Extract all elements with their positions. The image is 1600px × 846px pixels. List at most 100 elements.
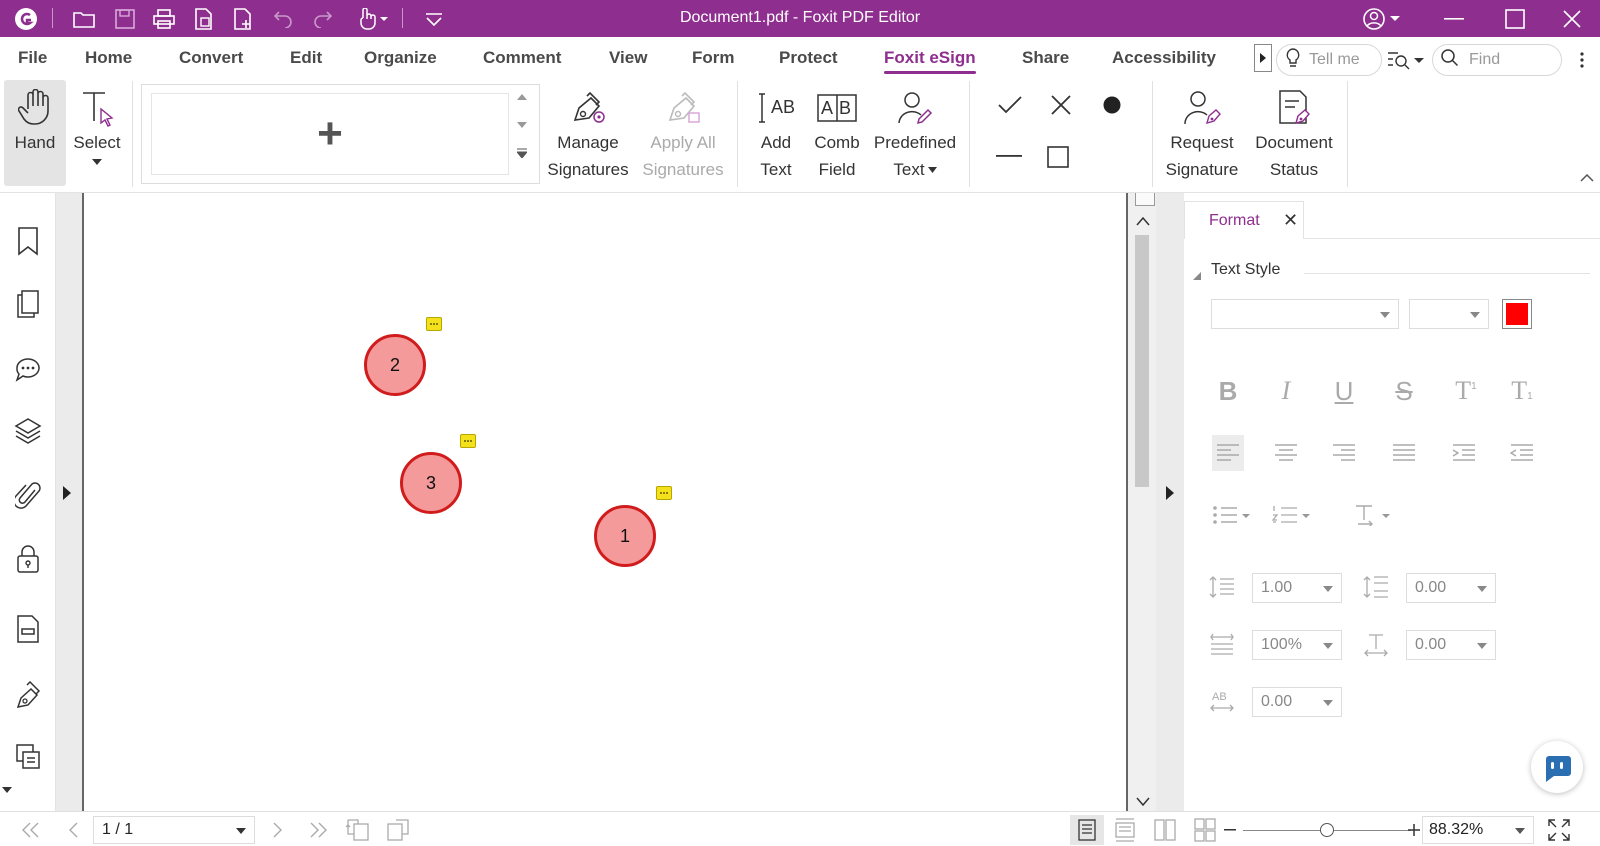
attachment-paperclip-icon[interactable] [10,477,46,513]
last-page-icon[interactable] [305,818,331,842]
scroll-up-chevron-icon[interactable] [1136,213,1150,229]
undo-icon[interactable] [269,5,297,33]
find-input[interactable]: Find [1432,44,1562,76]
baseline-offset-select[interactable]: 0.00 [1406,630,1496,660]
collapse-ribbon-chevron-up-icon[interactable] [1578,169,1596,187]
close-format-panel-icon[interactable]: ✕ [1283,210,1298,231]
hand-tool-button[interactable]: Hand [4,80,66,186]
text-color-picker[interactable] [1502,299,1532,329]
create-from-file-icon[interactable] [190,5,218,33]
subscript-button[interactable]: T 1 [1506,373,1538,409]
layers-icon[interactable] [10,413,46,449]
text-direction-icon[interactable] [1352,497,1396,533]
bookmark-icon[interactable] [10,223,46,259]
menu-edit[interactable]: Edit [290,48,322,68]
minimize-icon[interactable] [1431,0,1477,37]
menu-accessibility[interactable]: Accessibility [1112,48,1216,68]
redo-icon[interactable] [309,5,337,33]
decrease-indent-icon[interactable] [1506,435,1538,471]
dot-mark-icon[interactable] [1094,87,1130,123]
menu-form[interactable]: Form [692,48,735,68]
comment-note-icon[interactable] [656,486,672,500]
numbered-list-icon[interactable] [1270,497,1314,533]
italic-button[interactable]: I [1270,373,1302,409]
menu-file[interactable]: File [18,48,47,68]
close-icon[interactable] [1549,0,1595,37]
maximize-icon[interactable] [1492,0,1538,37]
zoom-slider-thumb[interactable] [1320,823,1334,837]
touch-mode-icon[interactable] [352,5,392,33]
continuous-facing-view-icon[interactable] [1192,818,1218,842]
line-spacing-select[interactable]: 1.00 [1252,573,1342,603]
next-page-icon[interactable] [265,818,291,842]
line-mark-icon[interactable] [991,139,1027,175]
menu-home[interactable]: Home [85,48,132,68]
apply-all-signatures-button[interactable]: Apply All Signatures [641,87,725,183]
gallery-expand-icon[interactable] [512,143,532,163]
expand-left-panel-icon[interactable] [63,486,71,503]
menu-share[interactable]: Share [1022,48,1069,68]
checkmark-icon[interactable] [992,87,1028,123]
select-tool-button[interactable]: Select [72,87,122,165]
stamp-circle[interactable]: 3 [400,452,462,514]
scrollbar-thumb[interactable] [1135,235,1149,487]
menu-view[interactable]: View [609,48,647,68]
align-right-icon[interactable] [1328,435,1360,471]
gallery-scroll-up-icon[interactable] [512,87,532,107]
stamp-circle[interactable]: 2 [364,334,426,396]
content-panel-icon[interactable] [10,739,46,775]
align-center-icon[interactable] [1270,435,1302,471]
scroll-down-chevron-icon[interactable] [1136,793,1150,809]
add-signature-button[interactable]: + [151,93,509,175]
new-document-icon[interactable] [229,5,257,33]
comment-note-icon[interactable] [460,434,476,448]
bold-button[interactable]: B [1212,373,1244,409]
page-number-input[interactable]: 1 / 1 [93,816,255,844]
expand-right-panel-icon[interactable] [1166,486,1174,503]
menu-convert[interactable]: Convert [179,48,243,68]
manage-signatures-button[interactable]: Manage Signatures [546,87,630,183]
box-mark-icon[interactable] [1040,139,1076,175]
superscript-button[interactable]: T 1 [1450,373,1482,409]
document-vertical-scrollbar[interactable] [1128,193,1156,811]
add-text-button[interactable]: AB Add Text [751,87,801,183]
security-lock-icon[interactable] [10,541,46,577]
previous-view-icon[interactable] [345,818,371,842]
first-page-icon[interactable] [18,818,44,842]
ai-assistant-icon[interactable] [1531,741,1583,793]
single-page-view-icon[interactable] [1070,815,1104,845]
underline-button[interactable]: U [1328,373,1360,409]
account-icon[interactable] [1360,5,1404,33]
advanced-search-icon[interactable] [1384,42,1428,78]
zoom-level-select[interactable]: 88.32% [1422,816,1534,844]
nav-more-caret-icon[interactable] [0,783,14,797]
print-icon[interactable] [150,5,178,33]
stamp-circle[interactable]: 1 [594,505,656,567]
signature-panel-icon[interactable] [10,677,46,713]
form-fields-icon[interactable] [10,611,46,647]
font-family-select[interactable] [1211,299,1399,329]
comment-note-icon[interactable] [426,317,442,331]
previous-page-icon[interactable] [60,818,86,842]
comb-field-button[interactable]: AB Comb Field [812,87,862,183]
gallery-scroll-down-icon[interactable] [512,115,532,135]
zoom-out-icon[interactable] [1222,818,1238,842]
comments-icon[interactable] [10,351,46,387]
menu-comment[interactable]: Comment [483,48,561,68]
document-page[interactable]: 2 3 1 [82,193,1128,811]
facing-view-icon[interactable] [1152,818,1178,842]
document-status-button[interactable]: Document Status [1250,87,1338,183]
customize-chevron-icon[interactable] [420,5,448,33]
menu-protect[interactable]: Protect [779,48,838,68]
character-spacing-select[interactable]: 0.00 [1252,687,1342,717]
paragraph-spacing-select[interactable]: 0.00 [1406,573,1496,603]
fullscreen-icon[interactable] [1546,818,1572,842]
foxit-logo-icon[interactable] [12,5,40,33]
tell-me-search[interactable]: Tell me [1276,44,1382,76]
bullet-list-icon[interactable] [1210,497,1254,533]
horizontal-scale-select[interactable]: 100% [1252,630,1342,660]
menu-scroll-right-button[interactable] [1254,44,1272,72]
increase-indent-icon[interactable] [1448,435,1480,471]
request-signature-button[interactable]: Request Signature [1162,87,1242,183]
menu-organize[interactable]: Organize [364,48,437,68]
